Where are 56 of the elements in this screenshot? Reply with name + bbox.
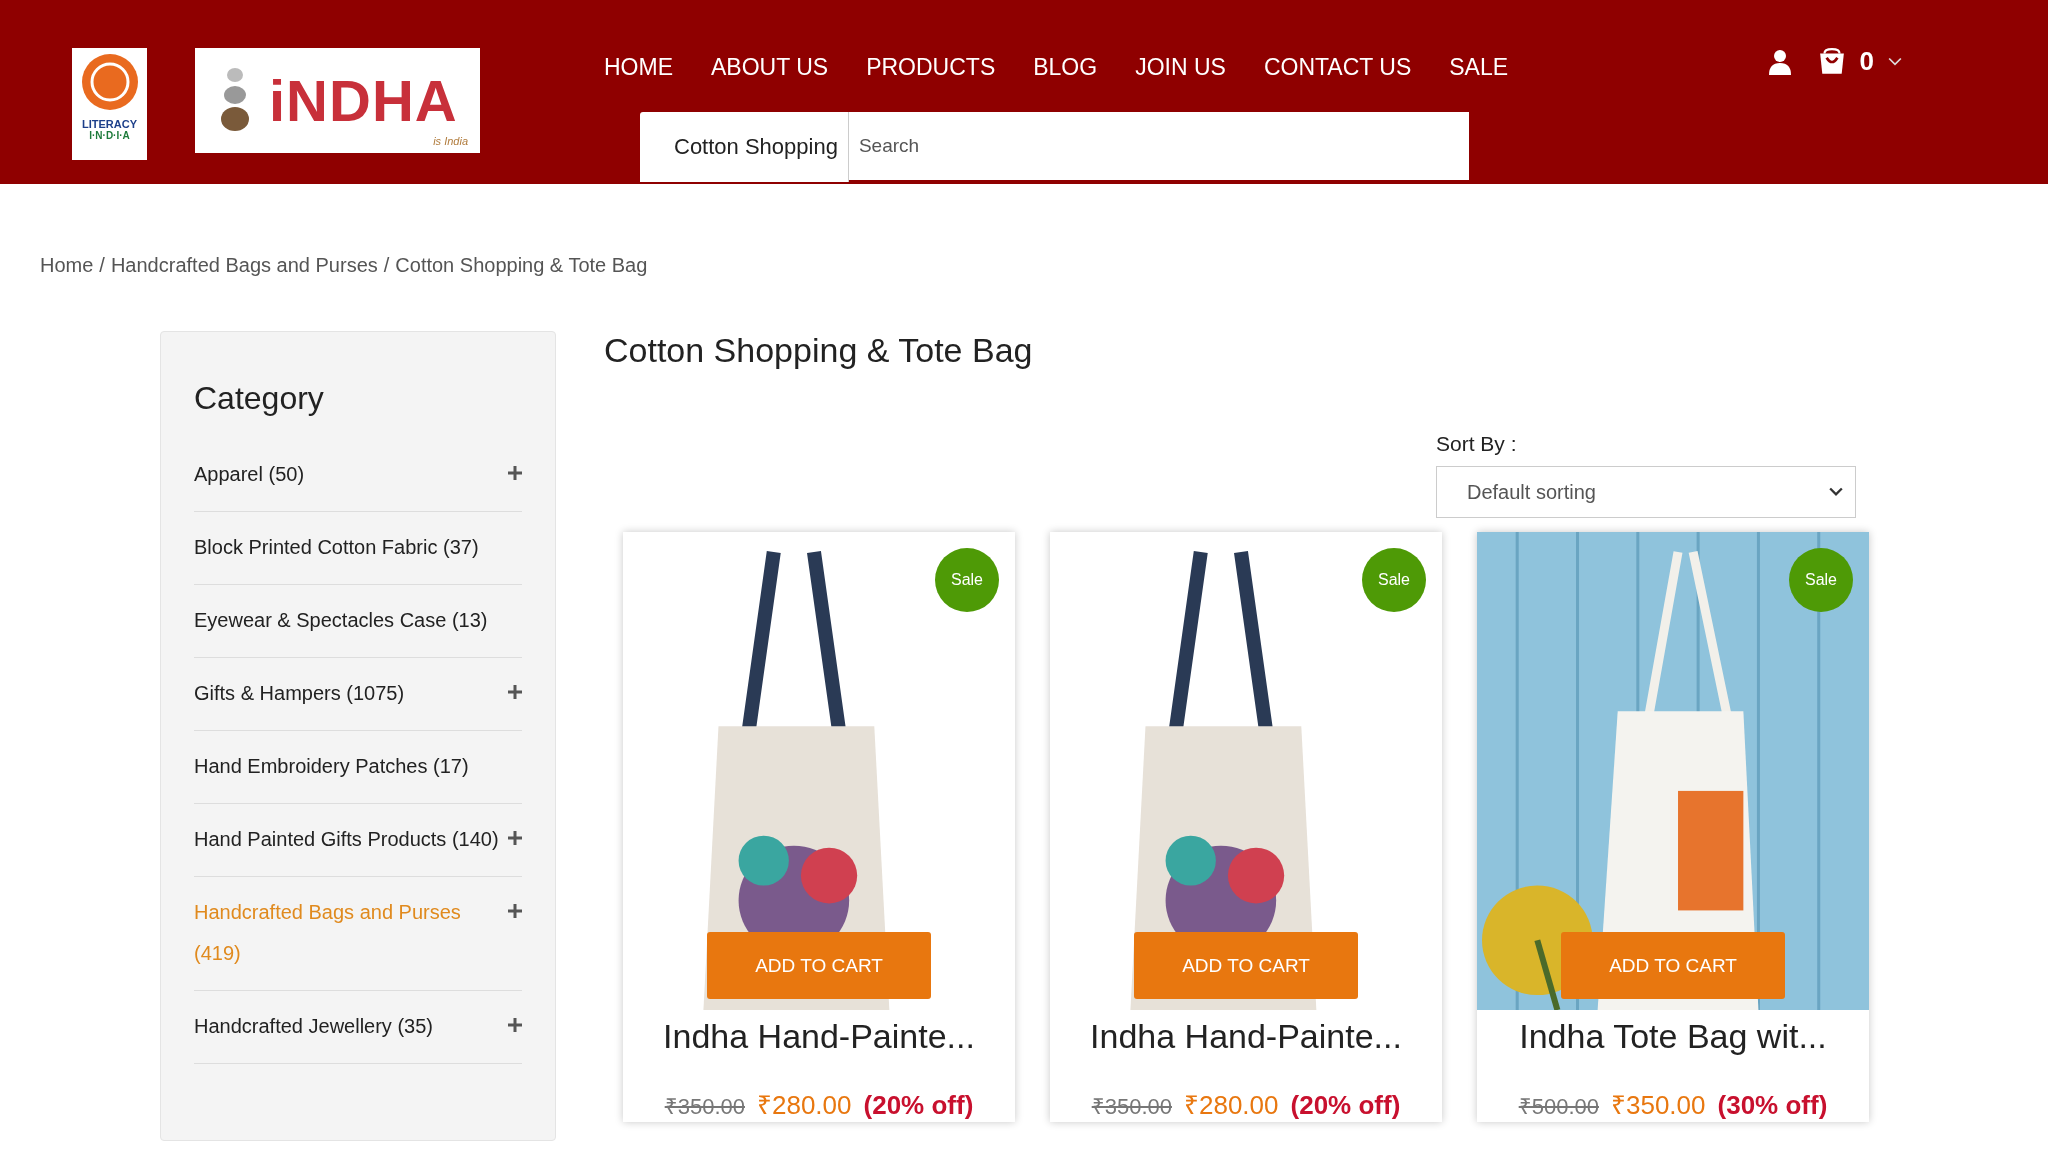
sort-dropdown[interactable]: Default sorting <box>1436 466 1856 518</box>
sun-emblem-icon <box>79 52 140 112</box>
original-price: ₹350.00 <box>1091 1093 1172 1120</box>
cart-count[interactable]: 0 <box>1859 46 1874 77</box>
discount-text: (20% off) <box>863 1090 974 1121</box>
product-name[interactable]: Indha Hand-Painte... <box>1090 1017 1402 1056</box>
category-link[interactable]: Apparel (50) <box>194 454 305 495</box>
breadcrumb-link[interactable]: Home <box>40 254 94 277</box>
expand-plus-icon[interactable] <box>508 831 522 845</box>
category-link[interactable]: Eyewear & Spectacles Case (13) <box>194 600 488 641</box>
breadcrumb-link[interactable]: Handcrafted Bags and Purses <box>110 254 378 277</box>
category-link[interactable]: Gifts & Hampers (1075) <box>194 673 405 714</box>
discount-text: (20% off) <box>1290 1090 1401 1121</box>
search-category[interactable]: Cotton Shopping <box>640 112 849 182</box>
chevron-down-icon <box>1829 487 1843 497</box>
product-name[interactable]: Indha Hand-Painte... <box>663 1017 975 1056</box>
nav-link[interactable]: ABOUT US <box>692 52 848 82</box>
nav-link[interactable]: JOIN US <box>1116 52 1245 82</box>
brand-tagline: is India <box>433 135 468 147</box>
discount-text: (30% off) <box>1717 1090 1828 1121</box>
product-name[interactable]: Indha Tote Bag wit... <box>1519 1017 1827 1056</box>
category-link[interactable]: Handcrafted Jewellery (35) <box>194 1006 433 1047</box>
page-title: Cotton Shopping & Tote Bag <box>604 331 1034 370</box>
sale-price: ₹280.00 <box>757 1089 852 1122</box>
breadcrumb-separator: / <box>383 254 390 277</box>
expand-plus-icon[interactable] <box>508 904 522 918</box>
sort-label: Sort By : <box>1436 432 1518 456</box>
tote-bag-photo[interactable] <box>1050 532 1442 1010</box>
expand-plus-icon[interactable] <box>508 466 522 480</box>
nav-link[interactable]: CONTACT US <box>1244 52 1431 82</box>
sale-price: ₹350.00 <box>1611 1089 1706 1122</box>
logo-text: LITERACY <box>82 118 137 130</box>
breadcrumb-separator: / <box>99 254 105 277</box>
category-link[interactable]: Hand Embroidery Patches (17) <box>194 746 469 787</box>
nav-link[interactable]: SALE <box>1430 52 1528 82</box>
brand-logo[interactable]: iNDHA is India <box>195 48 480 153</box>
search-input[interactable]: Search <box>848 112 1469 180</box>
category-link[interactable]: Block Printed Cotton Fabric (37) <box>194 527 479 568</box>
shopping-bag-icon[interactable] <box>1817 47 1846 76</box>
user-icon[interactable] <box>1767 47 1792 76</box>
chevron-down-icon[interactable] <box>1888 56 1902 67</box>
category-heading: Category <box>194 380 325 417</box>
expand-plus-icon[interactable] <box>508 685 522 699</box>
literacy-logo[interactable]: LITERACY I·N·D·I·A <box>72 48 147 160</box>
original-price: ₹350.00 <box>664 1093 745 1120</box>
breadcrumb-current: Cotton Shopping & Tote Bag <box>395 254 648 277</box>
tote-bag-photo[interactable] <box>623 532 1015 1010</box>
expand-plus-icon[interactable] <box>508 1018 522 1032</box>
nav-link[interactable]: BLOG <box>1014 52 1117 82</box>
brand-wordmark: iNDHA <box>269 67 458 134</box>
sale-price: ₹280.00 <box>1184 1089 1279 1122</box>
logo-subtext: I·N·D·I·A <box>89 130 130 141</box>
nav-link[interactable]: HOME <box>604 52 692 82</box>
original-price: ₹500.00 <box>1518 1093 1599 1120</box>
nav-link[interactable]: PRODUCTS <box>847 52 1015 82</box>
category-link[interactable]: Hand Painted Gifts Products (140) <box>194 819 499 860</box>
